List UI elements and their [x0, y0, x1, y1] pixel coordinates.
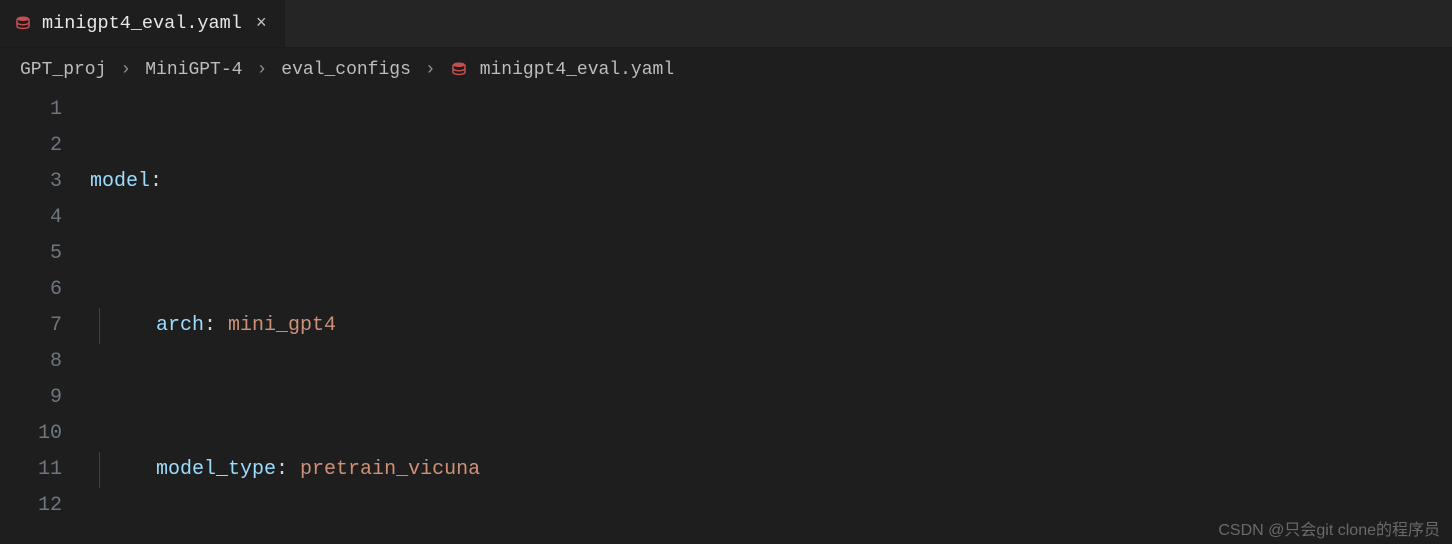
line-number: 4: [0, 200, 62, 236]
code-editor[interactable]: 1 2 3 4 5 6 7 8 9 10 11 12 model: arch: …: [0, 92, 1452, 544]
line-number: 2: [0, 128, 62, 164]
tab-title: minigpt4_eval.yaml: [42, 13, 242, 34]
yaml-key: arch: [156, 314, 204, 337]
line-number: 8: [0, 344, 62, 380]
tab-bar: minigpt4_eval.yaml ×: [0, 0, 1452, 48]
yaml-value: mini_gpt4: [216, 314, 336, 337]
tab-minigpt4-eval[interactable]: minigpt4_eval.yaml ×: [0, 0, 286, 47]
close-icon[interactable]: ×: [252, 15, 271, 33]
line-number: 9: [0, 380, 62, 416]
line-number: 5: [0, 236, 62, 272]
indent-guide: [99, 308, 100, 344]
code-line[interactable]: model_type: pretrain_vicuna: [90, 452, 1452, 488]
yaml-key: model: [90, 170, 150, 193]
indent-guide: [99, 452, 100, 488]
breadcrumb-gpt-proj[interactable]: GPT_proj: [20, 60, 106, 80]
line-number: 10: [0, 416, 62, 452]
line-number: 11: [0, 452, 62, 488]
chevron-right-icon: ›: [110, 60, 141, 80]
breadcrumb-file[interactable]: minigpt4_eval.yaml: [480, 60, 674, 80]
breadcrumb-minigpt4[interactable]: MiniGPT-4: [145, 60, 242, 80]
line-number: 6: [0, 272, 62, 308]
breadcrumb-eval-configs[interactable]: eval_configs: [281, 60, 411, 80]
database-icon: [450, 61, 468, 79]
colon: :: [276, 458, 288, 481]
yaml-key: model_type: [156, 458, 276, 481]
chevron-right-icon: ›: [415, 60, 446, 80]
breadcrumb: GPT_proj › MiniGPT-4 › eval_configs › mi…: [0, 48, 1452, 92]
line-number: 12: [0, 488, 62, 524]
code-line[interactable]: arch: mini_gpt4: [90, 308, 1452, 344]
line-number: 3: [0, 164, 62, 200]
line-number-gutter: 1 2 3 4 5 6 7 8 9 10 11 12: [0, 92, 90, 544]
chevron-right-icon: ›: [246, 60, 277, 80]
yaml-value: pretrain_vicuna: [288, 458, 480, 481]
database-icon: [14, 15, 32, 33]
code-area[interactable]: model: arch: mini_gpt4 model_type: pretr…: [90, 92, 1452, 544]
line-number: 1: [0, 92, 62, 128]
line-number: 7: [0, 308, 62, 344]
code-line[interactable]: model:: [90, 164, 1452, 200]
colon: :: [204, 314, 216, 337]
colon: :: [150, 170, 162, 193]
